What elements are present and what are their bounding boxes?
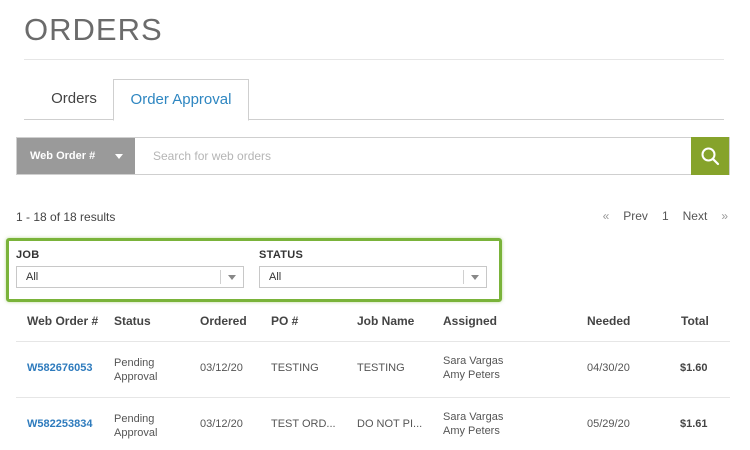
chevron-down-icon [471, 275, 479, 280]
po-number: TEST ORD... [271, 418, 336, 430]
status-line: Pending [114, 357, 155, 369]
status-filter-label: STATUS [259, 249, 304, 261]
table-row[interactable]: W582253834 Pending Approval 03/12/20 TES… [16, 397, 730, 450]
ordered-date: 03/12/20 [200, 418, 243, 430]
assigned-person: Sara Vargas [443, 411, 504, 423]
chevron-down-icon [115, 154, 123, 159]
status-line: Approval [114, 427, 158, 439]
column-header-ordered[interactable]: Ordered [200, 314, 247, 328]
results-count: 1 - 18 of 18 results [16, 210, 116, 224]
web-order-link[interactable]: W582253834 [27, 418, 92, 430]
ordered-date: 03/12/20 [200, 362, 243, 374]
status-line: Pending [114, 413, 155, 425]
assigned-person: Sara Vargas [443, 355, 504, 367]
search-field-select[interactable]: Web Order # [17, 138, 135, 174]
status-filter-select[interactable]: All [259, 266, 487, 288]
job-filter-value: All [26, 271, 39, 283]
order-total: $1.61 [680, 418, 708, 430]
po-number: TESTING [271, 362, 319, 374]
job-filter-label: JOB [16, 249, 40, 261]
search-field-select-label: Web Order # [30, 150, 96, 162]
prev-page-button[interactable]: Prev [623, 209, 648, 223]
assigned-person: Amy Peters [443, 425, 500, 437]
job-name: TESTING [357, 362, 405, 374]
last-page-button[interactable]: » [721, 209, 728, 223]
assigned-person: Amy Peters [443, 369, 500, 381]
status-cell: Pending Approval [114, 356, 157, 384]
job-filter-select[interactable]: All [16, 266, 244, 288]
select-divider [463, 270, 464, 284]
pagination: « Prev 1 Next » [589, 209, 728, 223]
search-input[interactable] [135, 138, 691, 174]
chevron-down-icon [228, 275, 236, 280]
needed-date: 05/29/20 [587, 418, 630, 430]
column-header-total[interactable]: Total [681, 314, 709, 328]
page-title: ORDERS [24, 12, 163, 47]
column-header-needed[interactable]: Needed [587, 314, 630, 328]
search-icon [701, 147, 720, 166]
search-button[interactable] [691, 137, 729, 175]
first-page-button[interactable]: « [603, 209, 610, 223]
status-cell: Pending Approval [114, 412, 157, 440]
table-row[interactable]: W582676053 Pending Approval 03/12/20 TES… [16, 341, 730, 397]
job-name: DO NOT PI... [357, 418, 423, 430]
assigned-cell: Sara Vargas Amy Peters [443, 354, 503, 382]
search-bar: Web Order # [16, 137, 730, 175]
column-header-po[interactable]: PO # [271, 314, 298, 328]
status-filter-value: All [269, 271, 282, 283]
column-header-assigned[interactable]: Assigned [443, 314, 497, 328]
tab-order-approval[interactable]: Order Approval [113, 79, 249, 121]
tab-orders[interactable]: Orders [36, 79, 112, 120]
title-divider [24, 59, 724, 60]
order-total: $1.60 [680, 362, 708, 374]
web-order-link[interactable]: W582676053 [27, 362, 92, 374]
column-header-job-name[interactable]: Job Name [357, 314, 414, 328]
assigned-cell: Sara Vargas Amy Peters [443, 410, 503, 438]
tab-bar: Orders Order Approval [24, 79, 724, 121]
needed-date: 04/30/20 [587, 362, 630, 374]
next-page-button[interactable]: Next [683, 209, 708, 223]
column-header-web-order[interactable]: Web Order # [27, 314, 98, 328]
select-divider [220, 270, 221, 284]
status-line: Approval [114, 371, 158, 383]
column-header-status[interactable]: Status [114, 314, 151, 328]
current-page-number[interactable]: 1 [662, 209, 669, 223]
